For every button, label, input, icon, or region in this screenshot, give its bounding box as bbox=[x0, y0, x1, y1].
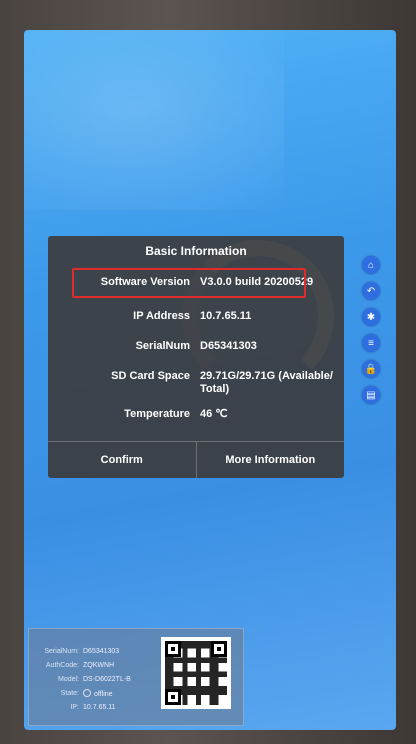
side-toolbar: ⌂ ↶ ✱ ≡ 🔒 ▤ bbox=[362, 256, 388, 404]
info-authcode-row: AuthCode: ZQKWNH bbox=[29, 661, 149, 671]
info-state-row: State: offline bbox=[29, 689, 149, 699]
qr-code-icon bbox=[161, 637, 231, 709]
info-state-label: State: bbox=[60, 690, 79, 697]
info-authcode-label: AuthCode: bbox=[45, 662, 79, 669]
basic-information-dialog: Basic Information Software Version V3.0.… bbox=[48, 236, 344, 478]
info-serial-value: D65341303 bbox=[83, 648, 120, 655]
document-icon[interactable]: ▤ bbox=[362, 386, 380, 404]
info-model-label: Model: bbox=[57, 676, 79, 683]
serial-num-value: D65341303 bbox=[200, 340, 257, 352]
info-model-row: Model: DS-D6022TL-B bbox=[29, 675, 149, 685]
confirm-button[interactable]: Confirm bbox=[48, 442, 196, 478]
info-model-value: DS-D6022TL-B bbox=[83, 676, 131, 683]
lock-icon[interactable]: 🔒 bbox=[362, 360, 380, 378]
home-icon[interactable]: ⌂ bbox=[362, 256, 380, 274]
temperature-label: Temperature bbox=[124, 408, 190, 420]
info-ip-value: 10.7.65.11 bbox=[83, 704, 116, 711]
dialog-footer: Confirm More Information bbox=[48, 441, 344, 478]
sd-card-space-value: 29.71G/29.71G (Available/ Total) bbox=[200, 370, 333, 395]
qr-finder-bottom-left bbox=[165, 689, 181, 705]
info-serial-label: SerialNum: bbox=[44, 648, 79, 655]
ip-address-label: IP Address bbox=[133, 310, 190, 322]
sd-card-space-label: SD Card Space bbox=[111, 370, 190, 382]
info-authcode-value: ZQKWNH bbox=[83, 662, 115, 669]
list-icon[interactable]: ≡ bbox=[362, 334, 380, 352]
serial-num-label: SerialNum bbox=[135, 340, 190, 352]
screen-glare bbox=[24, 30, 284, 210]
temperature-value: 46 ℃ bbox=[200, 408, 228, 420]
info-serial-row: SerialNum: D65341303 bbox=[29, 647, 149, 657]
gear-icon[interactable]: ✱ bbox=[362, 308, 380, 326]
info-state-value-wrap: offline bbox=[83, 689, 113, 700]
status-dot-icon bbox=[83, 689, 91, 697]
info-ip-row: IP: 10.7.65.11 bbox=[29, 703, 149, 713]
ip-address-value: 10.7.65.11 bbox=[200, 310, 252, 322]
dialog-title: Basic Information bbox=[145, 244, 247, 258]
back-icon[interactable]: ↶ bbox=[362, 282, 380, 300]
device-info-panel: SerialNum: D65341303 AuthCode: ZQKWNH Mo… bbox=[28, 628, 244, 726]
qr-finder-top-left bbox=[165, 641, 181, 657]
software-version-highlight bbox=[72, 268, 306, 298]
qr-finder-top-right bbox=[211, 641, 227, 657]
info-state-value: offline bbox=[94, 691, 113, 698]
info-ip-label: IP: bbox=[70, 704, 79, 711]
more-information-button[interactable]: More Information bbox=[195, 442, 345, 478]
